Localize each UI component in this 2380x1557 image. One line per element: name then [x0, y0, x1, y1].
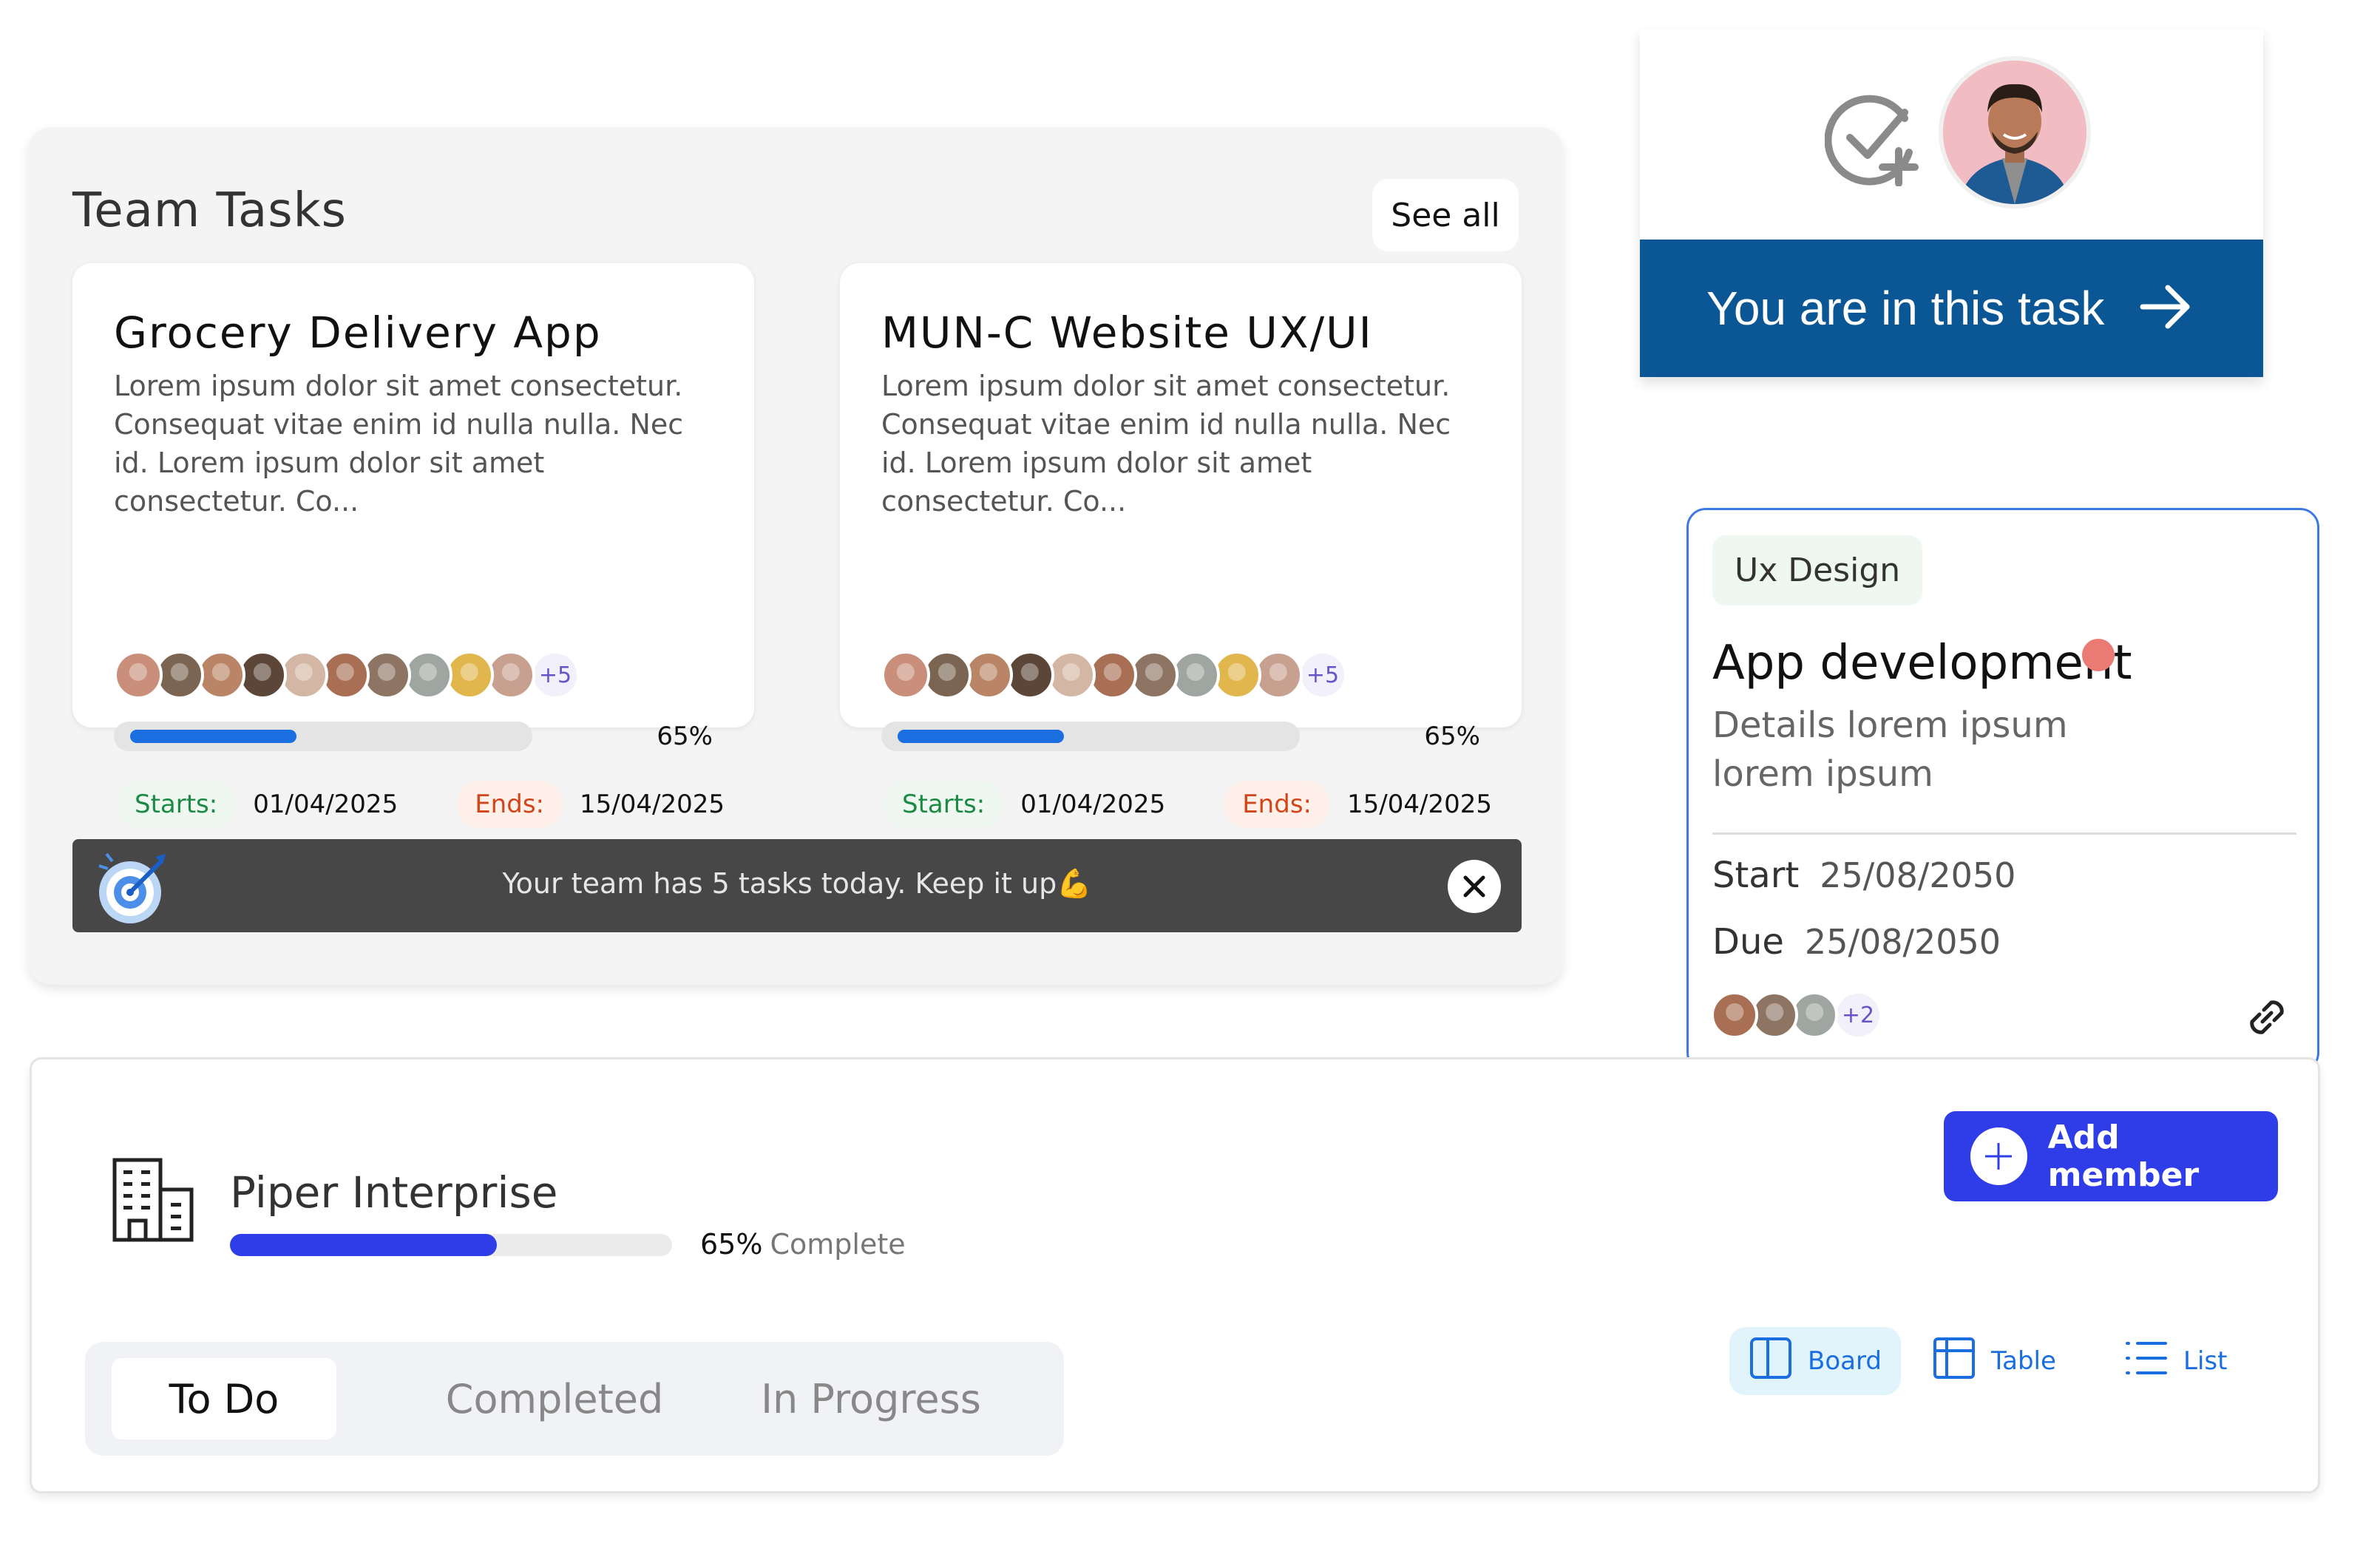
avatar [1711, 991, 1758, 1039]
task-progress-fill [130, 730, 296, 743]
project-progress-suffix: Complete [770, 1228, 906, 1261]
task-card-title: MUN-C Website UX/UI [881, 308, 1373, 358]
close-banner-button[interactable] [1448, 860, 1501, 913]
add-member-label: Add member [2047, 1119, 2200, 1194]
banner-message: Your team has 5 tasks today. Keep it up💪 [502, 867, 1092, 900]
status-tabs: To Do Completed In Progress [85, 1342, 1064, 1456]
check-add-icon [1824, 90, 1921, 189]
task-membership-card: You are in this task [1640, 30, 2263, 377]
view-table-label: Table [1991, 1346, 2056, 1376]
ends-label: Ends: [1224, 781, 1329, 828]
due-label: Due [1712, 921, 1784, 963]
project-progress-bar [230, 1234, 672, 1256]
ends-label: Ends: [457, 781, 562, 828]
team-notification-banner: Your team has 5 tasks today. Keep it up💪 [72, 839, 1522, 932]
start-date: 01/04/2025 [1020, 790, 1166, 819]
add-member-button[interactable]: Add member [1944, 1111, 2278, 1201]
project-progress-fill [230, 1234, 498, 1256]
board-icon [1749, 1336, 1793, 1387]
see-all-button[interactable]: See all [1372, 179, 1519, 251]
task-progress-bar [881, 722, 1300, 751]
extra-members-badge: +2 [1834, 991, 1882, 1039]
task-card-title: Grocery Delivery App [114, 308, 602, 358]
arrow-right-icon [2137, 277, 2196, 339]
app-card-title: App development [1712, 636, 2132, 691]
project-progress-text: 65% Complete [700, 1228, 906, 1261]
start-row: Start 25/08/2050 [1712, 855, 2015, 896]
app-development-card[interactable]: Ux Design App development Details lorem … [1686, 508, 2319, 1072]
view-board-button[interactable]: Board [1729, 1327, 1901, 1395]
due-row: Due 25/08/2050 [1712, 921, 2001, 963]
task-progress-fill [898, 730, 1064, 743]
category-tag: Ux Design [1712, 535, 1923, 606]
starts-label: Starts: [884, 781, 1003, 828]
view-list-label: List [2183, 1346, 2228, 1376]
status-dot [2082, 639, 2115, 671]
you-are-in-task-button[interactable]: You are in this task [1640, 240, 2263, 377]
task-card[interactable]: Grocery Delivery App Lorem ipsum dolor s… [72, 263, 754, 828]
member-avatars[interactable]: +2 [1711, 991, 1882, 1039]
app-card-description: Details lorem ipsum lorem ipsum [1712, 705, 2068, 795]
view-table-button[interactable]: Table [1932, 1327, 2056, 1395]
link-icon[interactable] [2240, 991, 2293, 1047]
project-panel: Piper Interprise 65% Complete Add member … [30, 1057, 2320, 1493]
building-icon [109, 1156, 197, 1247]
task-progress-percent: 65% [657, 722, 713, 751]
plus-icon [1970, 1127, 2027, 1185]
you-are-in-task-label: You are in this task [1706, 282, 2105, 335]
task-progress-bar [114, 722, 532, 751]
list-icon [2124, 1336, 2169, 1387]
avatar [1939, 56, 2091, 208]
extra-members-badge: +5 [531, 651, 580, 699]
end-date: 15/04/2025 [580, 790, 725, 819]
avatar [881, 651, 930, 699]
view-list-button[interactable]: List [2124, 1327, 2227, 1395]
task-dates: Starts: 01/04/2025 Ends: 15/04/2025 [117, 781, 725, 828]
avatar [114, 651, 163, 699]
view-board-label: Board [1808, 1346, 1882, 1376]
starts-label: Starts: [117, 781, 236, 828]
task-card-description: Lorem ipsum dolor sit amet consectetur. … [114, 370, 684, 518]
project-title: Piper Interprise [230, 1167, 558, 1218]
divider [1712, 832, 2296, 835]
due-date: 25/08/2050 [1804, 922, 2001, 962]
start-label: Start [1712, 855, 1800, 896]
task-card-description: Lorem ipsum dolor sit amet consectetur. … [881, 370, 1451, 518]
table-icon [1932, 1336, 1976, 1387]
member-avatars[interactable]: +5 [114, 651, 580, 699]
extra-members-badge: +5 [1298, 651, 1347, 699]
end-date: 15/04/2025 [1347, 790, 1492, 819]
start-date: 01/04/2025 [253, 790, 399, 819]
project-progress-percent: 65% [700, 1228, 763, 1261]
tab-in-progress[interactable]: In Progress [756, 1358, 986, 1439]
membership-header [1640, 30, 2263, 240]
tab-to-do[interactable]: To Do [112, 1358, 336, 1439]
task-dates: Starts: 01/04/2025 Ends: 15/04/2025 [884, 781, 1492, 828]
team-tasks-panel: Team Tasks See all Grocery Delivery App … [28, 127, 1563, 985]
close-icon [1463, 875, 1485, 898]
tab-completed[interactable]: Completed [446, 1358, 664, 1439]
start-date: 25/08/2050 [1820, 855, 2016, 895]
team-tasks-title: Team Tasks [72, 183, 347, 238]
member-avatars[interactable]: +5 [881, 651, 1347, 699]
task-card[interactable]: MUN-C Website UX/UI Lorem ipsum dolor si… [840, 263, 1522, 828]
task-progress-percent: 65% [1424, 722, 1480, 751]
